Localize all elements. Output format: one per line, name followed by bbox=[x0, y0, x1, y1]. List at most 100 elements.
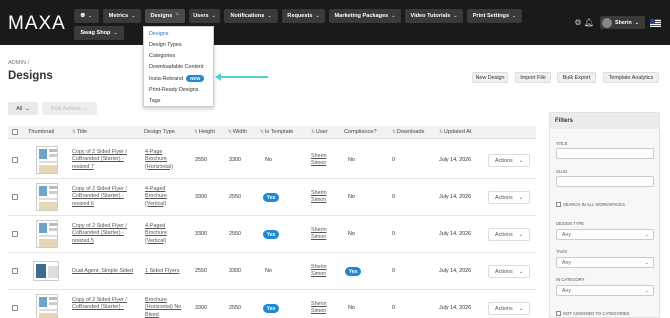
menu-item-insta-rebrand[interactable]: Insta-Rebrand NEW bbox=[149, 75, 205, 82]
user-link[interactable]: Sherin Simon bbox=[311, 227, 331, 242]
col-width[interactable]: ⇅Width bbox=[228, 129, 247, 135]
design-thumbnail[interactable] bbox=[36, 294, 58, 318]
col-compliance[interactable]: Compliance? bbox=[344, 129, 377, 135]
menu-item-design-types[interactable]: Design Types bbox=[149, 42, 182, 48]
updated-at-value: July 14, 2026 bbox=[439, 231, 472, 237]
menu-item-categories[interactable]: Categories bbox=[149, 53, 175, 59]
bulk-export-button[interactable]: Bulk Export bbox=[557, 72, 596, 83]
actions-label: Actions bbox=[495, 268, 513, 275]
nav-metrics[interactable]: Metrics ⌄ bbox=[103, 9, 141, 23]
globe-menu-button[interactable]: 🌐︎ ⌄ bbox=[74, 9, 99, 23]
menu-item-print-ready-designs[interactable]: Print-Ready Designs bbox=[149, 87, 198, 93]
chevron-down-icon: ⌄ bbox=[83, 105, 88, 112]
designs-table: Thumbnail ⇅Title Design Type ⇅Height ⇅Wi… bbox=[8, 126, 536, 318]
col-updated-at[interactable]: ⇅Updated At bbox=[439, 129, 471, 135]
design-type-link[interactable]: 1 Sided Flyers bbox=[145, 268, 190, 275]
col-title[interactable]: ⇅Title bbox=[72, 129, 87, 135]
col-downloads[interactable]: ⇅Downloads bbox=[392, 129, 424, 135]
design-title-link[interactable]: Copy of 2 Sided Flyer / CoBranded (Start… bbox=[72, 149, 134, 171]
us-flag-icon[interactable] bbox=[650, 19, 661, 27]
title-filter-input[interactable] bbox=[556, 148, 654, 159]
tags-filter-label: TAGS bbox=[556, 249, 568, 254]
category-select[interactable]: Any ⌄ bbox=[556, 285, 654, 296]
row-checkbox[interactable] bbox=[12, 194, 18, 200]
design-type-link[interactable]: Brochure (Horizontal) No Bleed bbox=[145, 297, 187, 318]
updated-at-value: July 14, 2026 bbox=[439, 305, 472, 311]
col-thumbnail: Thumbnail bbox=[28, 129, 55, 135]
menu-item-downloadable-content[interactable]: Downloadable Content bbox=[149, 64, 204, 70]
compliance-value: No bbox=[348, 157, 355, 163]
nav-print-settings[interactable]: Print Settings ⌄ bbox=[467, 9, 522, 23]
nav-label: Notifications bbox=[230, 13, 265, 19]
row-actions-button[interactable]: Actions ⌄ bbox=[488, 154, 530, 167]
chevron-down-icon: ⌄ bbox=[453, 13, 458, 19]
design-title-link[interactable]: Dual Agent, Simple Sided bbox=[72, 268, 142, 275]
nav-users[interactable]: Users ⌄ bbox=[189, 9, 220, 23]
design-title-link[interactable]: Copy of 2 Sided Flyer / CoBranded (Start… bbox=[72, 297, 134, 312]
downloads-value: 0 bbox=[392, 305, 395, 311]
breadcrumb[interactable]: ADMIN / bbox=[8, 60, 29, 66]
design-thumbnail[interactable] bbox=[36, 183, 58, 211]
nav-swag-shop[interactable]: Swag Shop ⌄ bbox=[74, 26, 124, 40]
row-checkbox[interactable] bbox=[12, 231, 18, 237]
nav-notifications[interactable]: Notifications ⌄ bbox=[224, 9, 278, 23]
settings-icon[interactable]: ⚙ bbox=[573, 17, 583, 27]
top-nav: MAXA 🌐︎ ⌄ Metrics ⌄ Designs ⌃ Users ⌄ Notifi… bbox=[0, 0, 670, 45]
design-type-link[interactable]: 4-Page Brochure (Horizontal) bbox=[145, 149, 185, 171]
design-thumbnail[interactable] bbox=[33, 261, 59, 281]
nav-video-tutorials[interactable]: Video Tutorials ⌄ bbox=[405, 9, 463, 23]
import-file-button[interactable]: Import File bbox=[515, 72, 551, 83]
col-height[interactable]: ⇅Height bbox=[194, 129, 215, 135]
design-type-select[interactable]: Any ⌄ bbox=[556, 229, 654, 240]
user-menu-button[interactable]: Sherin ⌄ bbox=[600, 16, 645, 29]
height-value: 2550 bbox=[195, 268, 207, 274]
maxa-logo[interactable]: MAXA bbox=[8, 13, 66, 35]
row-actions-button[interactable]: Actions ⌄ bbox=[488, 228, 530, 241]
tags-select[interactable]: Any ⌄ bbox=[556, 257, 654, 268]
nav-label: Marketing Packages bbox=[334, 13, 389, 19]
is-template-badge: Yes bbox=[263, 304, 279, 313]
select-all-checkbox[interactable] bbox=[12, 129, 18, 135]
design-title-link[interactable]: Copy of 2 Sided Flyer / CoBranded (Start… bbox=[72, 186, 134, 208]
design-title-link[interactable]: Copy of 2 Sided Flyer / CoBranded (Start… bbox=[72, 223, 134, 245]
bell-icon[interactable]: 🔔︎ bbox=[584, 17, 594, 27]
all-label: All bbox=[16, 105, 23, 112]
col-updated-label: Updated At bbox=[443, 129, 472, 135]
user-link[interactable]: Sherin Simon bbox=[311, 190, 331, 205]
template-analytics-button[interactable]: Template Analytics bbox=[603, 72, 659, 83]
slug-filter-input[interactable] bbox=[556, 176, 654, 187]
sort-icon: ⇅ bbox=[260, 129, 264, 134]
is-template-badge: Yes bbox=[263, 193, 279, 202]
row-checkbox[interactable] bbox=[12, 268, 18, 274]
menu-item-designs[interactable]: Designs bbox=[149, 31, 168, 37]
chevron-down-icon: ⌄ bbox=[315, 13, 320, 19]
col-is-template[interactable]: ⇅Is Template bbox=[260, 129, 293, 135]
col-user[interactable]: ⇅User bbox=[311, 129, 328, 135]
new-design-button[interactable]: New Design bbox=[472, 72, 508, 83]
row-actions-button[interactable]: Actions ⌄ bbox=[488, 265, 530, 278]
nav-designs[interactable]: Designs ⌃ bbox=[145, 9, 185, 23]
user-link[interactable]: Sherin Simon bbox=[311, 301, 331, 316]
not-assigned-categories-checkbox[interactable]: NOT ASSIGNED TO CATEGORIES bbox=[556, 311, 629, 316]
row-checkbox[interactable] bbox=[12, 157, 18, 163]
nav-marketing-packages[interactable]: Marketing Packages ⌄ bbox=[329, 9, 401, 23]
design-thumbnail[interactable] bbox=[36, 146, 58, 174]
row-checkbox[interactable] bbox=[12, 305, 18, 311]
design-thumbnail[interactable] bbox=[36, 220, 58, 248]
menu-item-tags[interactable]: Tags bbox=[149, 98, 160, 104]
design-type-link[interactable]: 4-Paged Brochure (Vertical) bbox=[145, 186, 185, 208]
col-design-type[interactable]: Design Type bbox=[144, 129, 175, 135]
row-actions-button[interactable]: Actions ⌄ bbox=[488, 302, 530, 315]
select-value: Any bbox=[562, 260, 571, 266]
actions-label: Actions bbox=[495, 157, 513, 164]
design-type-link[interactable]: 4-Paged Brochure (Vertical) bbox=[145, 223, 185, 245]
row-actions-button[interactable]: Actions ⌄ bbox=[488, 191, 530, 204]
filter-all-select[interactable]: All ⌄ bbox=[8, 102, 38, 115]
sort-icon: ⇅ bbox=[392, 129, 396, 134]
bulk-actions-button[interactable]: Bulk Actions ⌄ bbox=[42, 102, 97, 115]
user-link[interactable]: Sherin Simon bbox=[311, 153, 331, 168]
nav-requests[interactable]: Requests ⌄ bbox=[282, 9, 325, 23]
user-link[interactable]: Sherin Simon bbox=[311, 264, 331, 279]
search-all-workspaces-checkbox[interactable]: SEARCH IN ALL WORKSPACES bbox=[556, 202, 625, 207]
checkbox-label: NOT ASSIGNED TO CATEGORIES bbox=[563, 311, 630, 316]
